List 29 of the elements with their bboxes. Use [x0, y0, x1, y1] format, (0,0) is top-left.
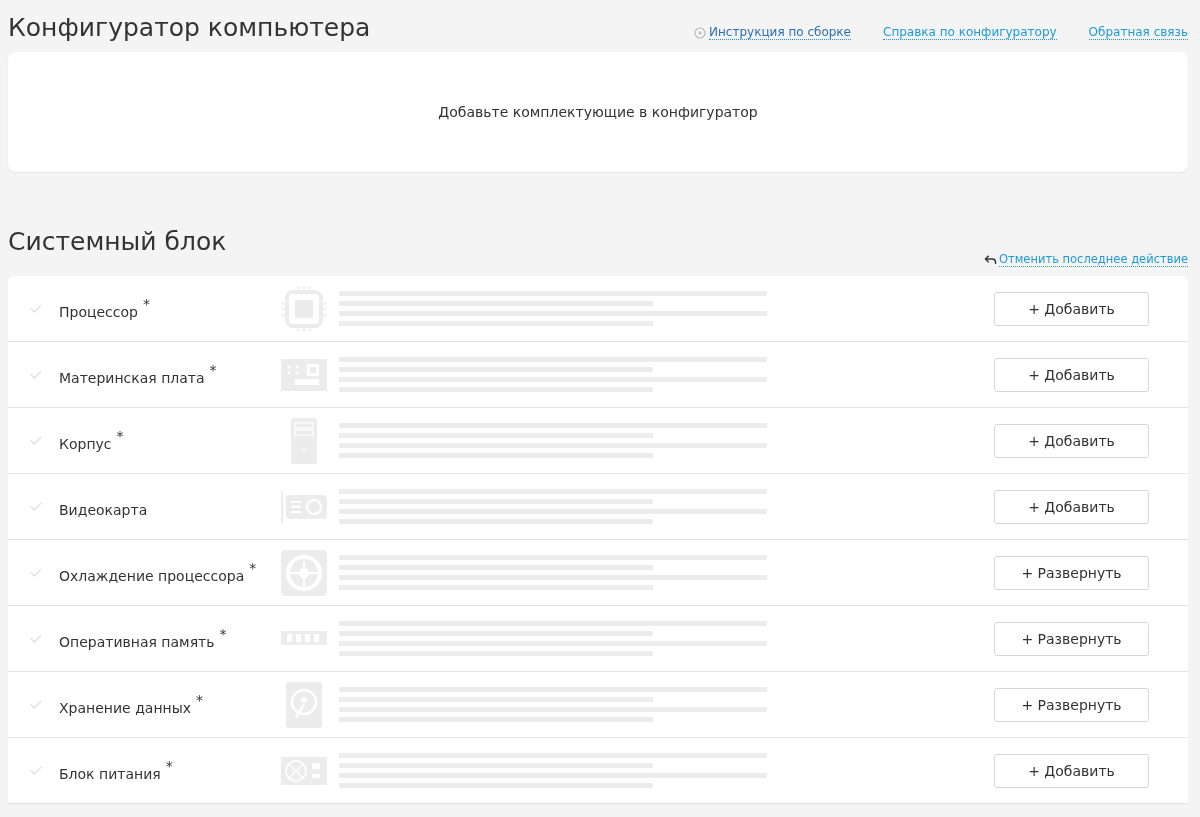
add-button[interactable]: + Развернуть: [994, 687, 1149, 722]
component-name: Охлаждение процессора: [59, 567, 245, 584]
header-link[interactable]: Инструкция по сборке: [694, 25, 851, 40]
required-mark: *: [249, 559, 257, 576]
required-mark: *: [219, 625, 227, 642]
undo-icon: [983, 254, 997, 265]
required-mark: *: [209, 361, 217, 378]
component-name: Видеокарта: [59, 501, 148, 518]
play-icon: [694, 26, 707, 39]
add-button[interactable]: + Развернуть: [994, 621, 1149, 656]
empty-message: Добавьте комплектующие в конфигуратор: [438, 104, 758, 120]
add-button[interactable]: + Добавить: [994, 423, 1149, 458]
required-mark: *: [165, 757, 173, 774]
component-name: Хранение данных: [59, 699, 192, 716]
component-name: Корпус: [59, 435, 112, 452]
component-name: Блок питания: [59, 765, 161, 782]
add-button[interactable]: + Развернуть: [994, 555, 1149, 590]
add-button[interactable]: + Добавить: [994, 753, 1149, 788]
component-name: Оперативная память: [59, 633, 215, 650]
add-button[interactable]: + Добавить: [994, 357, 1149, 392]
add-button[interactable]: + Добавить: [994, 291, 1149, 326]
required-mark: *: [196, 691, 204, 708]
required-mark: *: [116, 427, 124, 444]
add-button[interactable]: + Добавить: [994, 489, 1149, 524]
required-mark: *: [142, 295, 150, 312]
section-title: Системный блок: [8, 227, 227, 256]
component-name: Материнская плата: [59, 369, 205, 386]
component-name: Процессор: [59, 303, 138, 320]
page-title: Конфигуратор компьютера: [8, 13, 371, 42]
